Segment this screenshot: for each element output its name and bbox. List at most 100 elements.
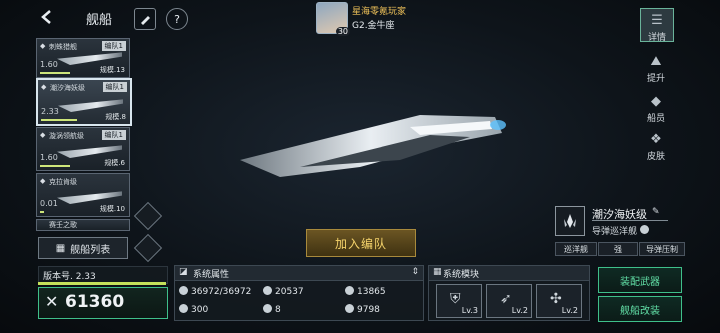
ship-level: 2.33 [41, 107, 59, 116]
tab-skin-label: 皮肤 [646, 152, 665, 162]
ship-name: 赛壬之歌 [49, 221, 77, 229]
player-avatar[interactable]: 30 [316, 2, 350, 36]
tab-upgrade-label: 提升 [646, 74, 665, 84]
tab-crew-label: 船员 [646, 114, 665, 124]
brush-button[interactable] [134, 8, 156, 30]
ship-type: 导弹巡洋舰 [592, 227, 638, 237]
ship-model [240, 115, 506, 177]
rename-button[interactable]: ✎ [652, 207, 660, 217]
modules-header: ▦ 系统模块 [429, 266, 589, 281]
power-icon: ✕ [45, 292, 59, 311]
ship-card[interactable]: ◆ 克拉肯级 0.01 规模.10 [36, 173, 130, 217]
combat-power: 61360 [65, 292, 125, 312]
help-button[interactable]: ? [166, 8, 188, 30]
formation-tag: 编队1 [102, 82, 127, 92]
attack-icon [263, 286, 272, 295]
ship-name: 克拉肯级 [49, 178, 77, 186]
ship-class-badge [555, 206, 585, 236]
hull-icon [179, 286, 188, 295]
role-tag: 巡洋舰 [555, 242, 597, 256]
modules-title: 系统模块 [443, 270, 480, 280]
ship-level: 1.60 [40, 153, 58, 162]
tab-details-label: 详情 [647, 33, 666, 43]
info-icon[interactable] [640, 225, 649, 234]
toggle-icon[interactable]: ⇕ [411, 267, 419, 277]
ship-card[interactable]: ◆ 漩涡领航级 编队1 1.60 规模.6 [36, 127, 130, 171]
stat-shield: 13865 [345, 286, 386, 297]
page-title: 舰船 [86, 13, 113, 28]
stat-attack: 20537 [263, 286, 304, 297]
attributes-icon: ◪ [179, 267, 188, 277]
level-bar [41, 119, 77, 121]
equip-weapon-label: 装配武器 [620, 276, 660, 288]
stat-value: 300 [191, 305, 209, 315]
ship-card-selected[interactable]: ◆ 潮汐海妖级 编队1 2.33 规模.8 [36, 78, 132, 126]
crew-icon: ◆ [651, 94, 661, 109]
module-slot[interactable]: ⛨ Lv.3 [436, 284, 482, 318]
ship-level: 0.01 [40, 199, 58, 208]
tab-details[interactable]: ☰ 详情 [640, 8, 674, 43]
ship-list-button[interactable]: ▦ 舰船列表 [38, 237, 128, 259]
back-button[interactable] [38, 8, 56, 26]
level-bar [40, 211, 44, 213]
tab-upgrade[interactable]: ⛰ 提升 [640, 54, 672, 84]
module-level: Lv.2 [511, 306, 528, 315]
ship-thumbnail [58, 99, 123, 112]
ship-class-icon: ◆ [41, 83, 47, 91]
skin-icon: ❖ [650, 132, 662, 147]
ship-list-button-label: 舰船列表 [70, 244, 111, 256]
ship-name: 漩涡领航级 [49, 132, 84, 140]
stat-value: 20537 [275, 287, 304, 297]
ship-modify-label: 舰船改装 [620, 305, 660, 317]
ship-card[interactable]: 赛壬之歌 [36, 219, 130, 231]
modules-icon: ▦ [433, 267, 442, 277]
module-slot[interactable]: ➶ Lv.2 [486, 284, 532, 318]
cargo-icon [345, 304, 354, 313]
tab-skin[interactable]: ❖ 皮肤 [640, 132, 672, 162]
ship-modify-button[interactable]: 舰船改装 [598, 296, 682, 322]
role-tag: 强 [598, 242, 638, 256]
version-label: 版本号. 2.33 [43, 272, 96, 282]
ship-class-icon: ◆ [40, 42, 46, 50]
module-level: Lv.3 [461, 306, 478, 315]
role-tag: 导弹压制 [639, 242, 685, 256]
sort-button[interactable] [133, 233, 163, 263]
module-slot[interactable]: ✣ Lv.2 [536, 284, 582, 318]
stat-hull: 36972/36972 [179, 286, 251, 297]
ship-scale: 规模.8 [105, 113, 126, 121]
stat-cargo: 9798 [345, 304, 380, 315]
grid-icon: ▦ [55, 242, 66, 254]
stat-value: 36972/36972 [191, 287, 252, 297]
ship-class-icon: ◆ [40, 131, 46, 139]
list-icon: ☰ [651, 13, 663, 28]
grid-icon [263, 304, 272, 313]
chevron-left-icon [41, 10, 51, 24]
power-panel: ✕ 61360 [38, 287, 168, 319]
upgrade-icon: ⛰ [650, 54, 662, 69]
stat-grid: 8 [263, 304, 281, 315]
equip-weapon-button[interactable]: 装配武器 [598, 267, 682, 293]
ship-thumbnail [57, 52, 122, 65]
ship-card[interactable]: ◆ 刺蛛猎舰 编队1 1.60 规模.13 [36, 38, 130, 78]
shield-module-icon: ⛨ [450, 291, 461, 307]
question-icon: ? [174, 12, 180, 26]
attributes-panel: ◪ 系统属性 ⇕ 36972/36972 20537 13865 300 8 9… [174, 265, 424, 321]
join-formation-label: 加入编队 [334, 236, 387, 251]
version-progress [38, 282, 166, 285]
cruiser-class-icon [564, 214, 576, 228]
attributes-header: ◪ 系统属性 ⇕ [175, 266, 423, 281]
stat-value: 9798 [357, 305, 380, 315]
player-name: 星海零氪玩家 [352, 7, 407, 17]
module-level: Lv.2 [561, 306, 578, 315]
brush-icon [141, 16, 150, 25]
missile-module-icon: ➶ [500, 291, 512, 307]
player-rank: G2.金牛座 [352, 21, 395, 31]
formation-tag: 编队1 [101, 41, 126, 51]
filter-button[interactable] [133, 201, 163, 231]
stat-speed: 300 [179, 304, 208, 315]
tab-crew[interactable]: ◆ 船员 [640, 94, 672, 124]
ship-name-underline [592, 220, 668, 221]
stat-value: 8 [275, 305, 281, 315]
formation-tag: 编队1 [101, 130, 126, 140]
join-formation-button[interactable]: 加入编队 [306, 229, 416, 257]
